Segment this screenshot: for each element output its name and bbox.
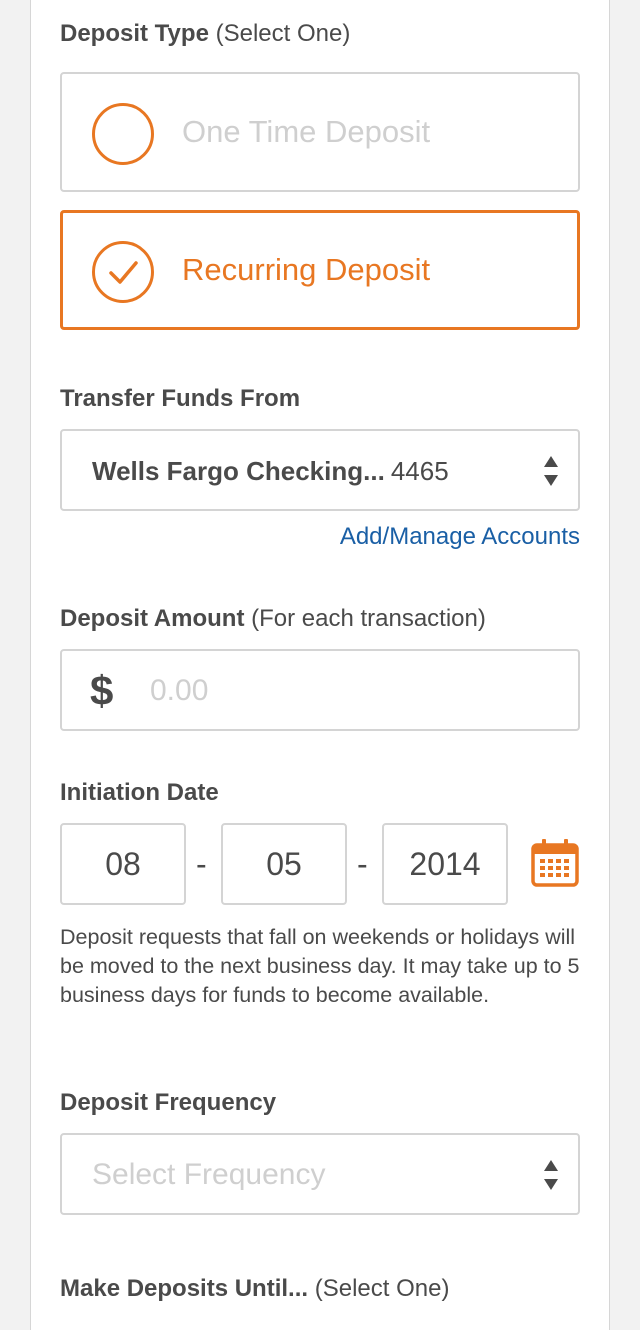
calendar-icon[interactable] (530, 838, 580, 888)
date-month-input[interactable]: 08 (60, 823, 186, 905)
initiation-date-label: Initiation Date (60, 779, 219, 806)
date-year-input[interactable]: 2014 (382, 823, 508, 905)
dollar-sign: $ (90, 667, 114, 714)
date-separator: - (357, 846, 368, 882)
make-deposits-until-label: Make Deposits Until... (Select One) (60, 1275, 450, 1302)
radio-checked-icon (92, 241, 154, 303)
transfer-account-select[interactable]: Wells Fargo Checking... 4465 (60, 429, 580, 511)
deposit-frequency-label: Deposit Frequency (60, 1089, 277, 1116)
frequency-placeholder: Select Frequency (92, 1158, 326, 1191)
transfer-funds-label: Transfer Funds From (60, 385, 301, 412)
select-arrows-icon (544, 456, 558, 486)
one-time-deposit-option[interactable]: One Time Deposit (60, 72, 580, 192)
date-day-input[interactable]: 05 (221, 823, 347, 905)
one-time-deposit-label: One Time Deposit (182, 114, 431, 149)
deposit-type-label: Deposit Type (Select One) (60, 20, 351, 47)
date-separator: - (196, 846, 207, 882)
deposit-amount-input[interactable] (150, 665, 550, 717)
recurring-deposit-label: Recurring Deposit (182, 252, 431, 287)
radio-unchecked-icon (92, 103, 154, 165)
deposit-amount-field[interactable]: $ (60, 649, 580, 731)
deposit-amount-label: Deposit Amount (For each transaction) (60, 605, 486, 632)
selected-account: Wells Fargo Checking... 4465 (92, 456, 449, 486)
deposit-frequency-select[interactable]: Select Frequency (60, 1133, 580, 1215)
select-arrows-icon (544, 1160, 558, 1190)
recurring-deposit-option[interactable]: Recurring Deposit (60, 210, 580, 330)
add-manage-accounts-link[interactable]: Add/Manage Accounts (340, 523, 580, 551)
business-day-notice: Deposit requests that fall on weekends o… (60, 925, 580, 1007)
